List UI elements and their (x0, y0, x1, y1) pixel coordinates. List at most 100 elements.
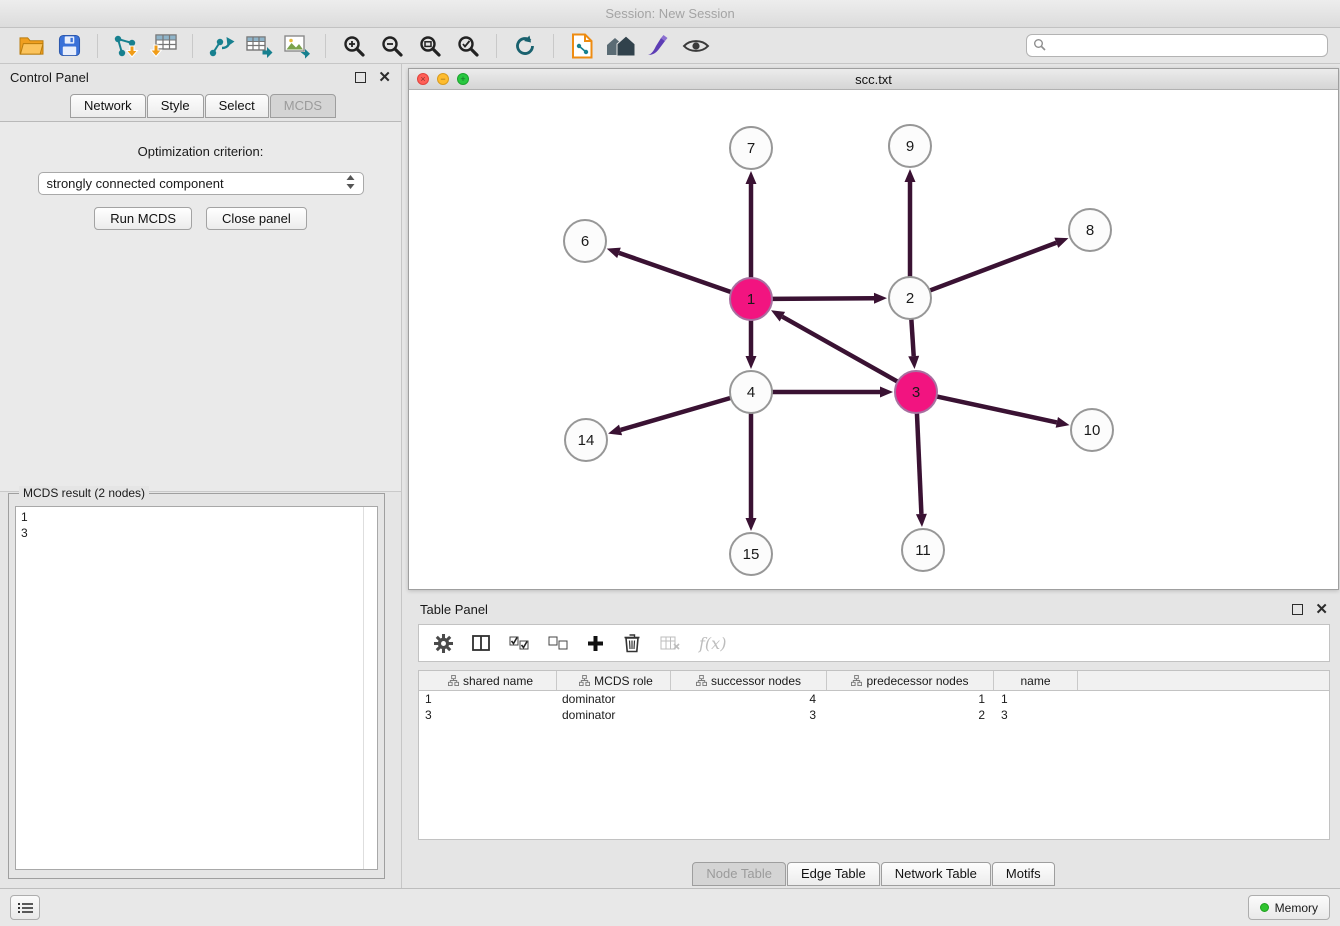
mcds-panel: Optimization criterion: strongly connect… (0, 121, 401, 492)
deselect-all-columns-icon[interactable] (548, 636, 568, 650)
tab-motifs[interactable]: Motifs (992, 862, 1055, 886)
graph-node-14[interactable]: 14 (565, 419, 607, 461)
table-row[interactable]: 3dominator323 (419, 707, 1329, 723)
graph-node-label: 1 (747, 291, 755, 308)
column-header-mcds-role[interactable]: MCDS role (557, 671, 671, 690)
network-window-title: scc.txt (409, 72, 1338, 87)
import-network-icon[interactable] (107, 31, 145, 61)
delete-row-trash-icon[interactable] (623, 633, 641, 653)
tab-style[interactable]: Style (147, 94, 204, 118)
settings-gear-icon[interactable] (434, 634, 453, 653)
optimization-criterion-label: Optimization criterion: (0, 144, 401, 159)
window-title: Session: New Session (605, 6, 734, 21)
tab-edge-table[interactable]: Edge Table (787, 862, 880, 886)
close-table-panel-icon[interactable]: ✕ (1315, 602, 1328, 617)
criterion-dropdown[interactable]: strongly connected component (38, 172, 364, 195)
graph-edge-arrowhead (746, 356, 757, 369)
run-mcds-button[interactable]: Run MCDS (94, 207, 192, 230)
tab-mcds[interactable]: MCDS (270, 94, 336, 118)
search-input[interactable] (1050, 37, 1321, 54)
maximize-window-icon[interactable]: + (457, 73, 469, 85)
export-table-icon[interactable] (240, 31, 278, 61)
zoom-in-icon[interactable] (335, 31, 373, 61)
graph-edge-2-8[interactable] (930, 243, 1057, 291)
import-document-icon[interactable] (563, 31, 601, 61)
graph-node-1[interactable]: 1 (730, 278, 772, 320)
tab-node-table[interactable]: Node Table (692, 862, 786, 886)
window-titlebar: Session: New Session (0, 0, 1340, 28)
close-panel-icon[interactable]: ✕ (378, 70, 391, 85)
float-table-panel-icon[interactable] (1292, 604, 1303, 615)
show-details-eye-icon[interactable] (677, 31, 715, 61)
graph-edge-1-6[interactable] (619, 253, 731, 292)
zoom-selected-icon[interactable] (449, 31, 487, 61)
status-bar: Memory (0, 888, 1340, 926)
tab-network-table[interactable]: Network Table (881, 862, 991, 886)
toolbar-search-field[interactable] (1026, 34, 1328, 57)
graph-node-9[interactable]: 9 (889, 125, 931, 167)
zoom-fit-icon[interactable] (411, 31, 449, 61)
graph-edge-2-3[interactable] (911, 319, 913, 356)
show-columns-icon[interactable] (472, 635, 490, 651)
graph-node-11[interactable]: 11 (902, 529, 944, 571)
graph-node-15[interactable]: 15 (730, 533, 772, 575)
graph-edge-4-14[interactable] (621, 398, 731, 430)
open-folder-icon[interactable] (12, 31, 50, 61)
close-panel-button[interactable]: Close panel (206, 207, 307, 230)
table-cell: 4 (671, 691, 827, 707)
float-panel-icon[interactable] (355, 72, 366, 83)
column-header-successor-nodes[interactable]: successor nodes (671, 671, 827, 690)
graph-edge-3-11[interactable] (917, 413, 921, 514)
graph-node-6[interactable]: 6 (564, 220, 606, 262)
memory-button[interactable]: Memory (1248, 895, 1330, 920)
graph-node-label: 10 (1084, 422, 1101, 439)
graph-edge-arrowhead (608, 425, 622, 436)
add-row-icon[interactable] (587, 635, 604, 652)
control-panel-header: Control Panel ✕ (0, 64, 401, 90)
graph-node-2[interactable]: 2 (889, 277, 931, 319)
refresh-view-icon[interactable] (506, 31, 544, 61)
column-header-shared-name[interactable]: shared name (419, 671, 557, 690)
graph-node-label: 9 (906, 138, 914, 155)
column-header-name[interactable]: name (994, 671, 1078, 690)
zoom-out-icon[interactable] (373, 31, 411, 61)
save-session-icon[interactable] (50, 31, 88, 61)
column-header-predecessor-nodes[interactable]: predecessor nodes (827, 671, 994, 690)
task-history-list-icon[interactable] (10, 895, 40, 920)
mcds-result-list[interactable]: 13 (15, 506, 378, 870)
graph-node-label: 8 (1086, 222, 1094, 239)
graph-node-4[interactable]: 4 (730, 371, 772, 413)
graph-edge-3-10[interactable] (937, 396, 1057, 422)
graph-edge-arrowhead (746, 171, 757, 184)
export-network-icon[interactable] (202, 31, 240, 61)
select-all-columns-icon[interactable] (509, 636, 529, 650)
column-header-filler (1078, 671, 1329, 690)
tab-network[interactable]: Network (70, 94, 146, 118)
graph-edge-3-1[interactable] (782, 317, 897, 382)
home-icon[interactable] (601, 31, 639, 61)
main-toolbar (0, 28, 1340, 64)
table-panel-tabs: Node Table Edge Table Network Table Moti… (408, 862, 1340, 886)
graph-node-label: 15 (743, 546, 760, 563)
mcds-result-box: MCDS result (2 nodes) 13 (8, 493, 385, 879)
graph-node-10[interactable]: 10 (1071, 409, 1113, 451)
toolbar-separator (496, 34, 497, 58)
tab-select[interactable]: Select (205, 94, 269, 118)
apply-style-brush-icon[interactable] (639, 31, 677, 61)
export-image-icon[interactable] (278, 31, 316, 61)
toolbar-separator (97, 34, 98, 58)
table-cell: dominator (557, 707, 671, 723)
graph-edge-1-2[interactable] (772, 298, 874, 299)
table-cell: 1 (827, 691, 994, 707)
table-panel-header: Table Panel ✕ (408, 596, 1340, 622)
graph-node-7[interactable]: 7 (730, 127, 772, 169)
graph-node-3[interactable]: 3 (895, 371, 937, 413)
minimize-window-icon[interactable]: − (437, 73, 449, 85)
import-table-icon[interactable] (145, 31, 183, 61)
control-panel-title: Control Panel (10, 70, 89, 85)
memory-button-label: Memory (1275, 901, 1318, 915)
close-window-icon[interactable]: × (417, 73, 429, 85)
table-row[interactable]: 1dominator411 (419, 691, 1329, 707)
network-graph-canvas[interactable]: 7 9 6 8 1 2 4 3 14 10 15 11 (409, 90, 1338, 590)
graph-node-8[interactable]: 8 (1069, 209, 1111, 251)
